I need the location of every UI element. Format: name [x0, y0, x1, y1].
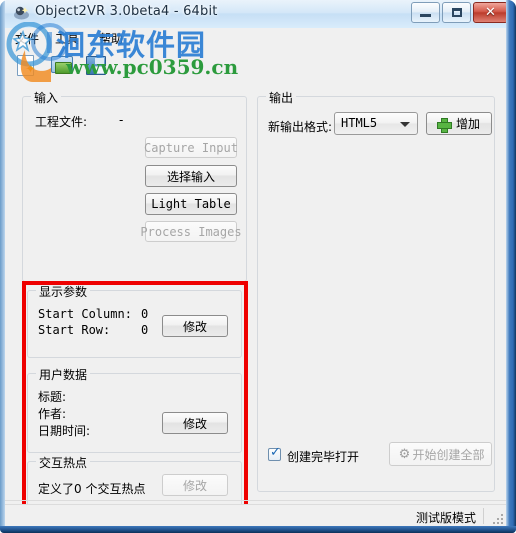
input-group: 输入 工程文件: - Capture Input 选择输入 Light Tabl…: [22, 89, 247, 282]
add-output-label: 增加: [455, 117, 480, 131]
status-text: 测试版模式: [415, 511, 476, 525]
user-data-group-title: 用户数据: [36, 366, 91, 383]
input-group-title: 输入: [31, 89, 62, 106]
process-images-button[interactable]: Process Images: [140, 221, 242, 242]
window-title: Object2VR 3.0beta4 - 64bit: [35, 4, 218, 19]
hotspots-modify-button[interactable]: 修改: [162, 474, 228, 496]
start-column-label: Start Column:: [38, 307, 132, 321]
output-format-value: HTML5: [341, 116, 378, 130]
tool-bar: ✦: [5, 49, 506, 83]
user-data-group: 用户数据 标题: 作者: 日期时间: 修改: [27, 366, 242, 453]
star-icon: ✦: [25, 62, 36, 77]
save-floppy-icon: [86, 56, 106, 75]
output-format-label: 新输出格式:: [268, 120, 333, 134]
capture-input-button[interactable]: Capture Input: [144, 137, 238, 158]
menu-bar: 文件 工具 帮助: [5, 28, 506, 49]
checkmark-icon: ✓: [270, 445, 281, 460]
chevron-down-icon: [400, 122, 410, 127]
open-when-done-label: 创建完毕打开: [287, 450, 360, 464]
window-border-right: [506, 0, 516, 533]
output-group: 输出 新输出格式: HTML5 增加 ✓ 创建完毕打开 ⚙ 开始创建全部: [257, 89, 495, 492]
start-create-all-label: 开始创建全部: [412, 447, 485, 462]
minimize-button[interactable]: [411, 2, 440, 23]
datetime-field-label: 日期时间:: [38, 424, 91, 438]
new-project-button[interactable]: ✦: [13, 53, 41, 79]
start-row-value: 0: [141, 323, 149, 337]
output-group-title: 输出: [266, 89, 297, 106]
window-border-bottom: [0, 526, 516, 533]
panel-divider: [5, 500, 506, 501]
output-format-select[interactable]: HTML5: [334, 112, 418, 135]
client-area: 文件 工具 帮助 ✦ 输入 工程文件: - Capture Input 选择输入…: [5, 28, 506, 526]
display-params-group-title: 显示参数: [36, 283, 91, 300]
author-field-label: 作者:: [38, 407, 67, 421]
hotspots-group-title: 交互热点: [36, 454, 91, 471]
title-bar[interactable]: Object2VR 3.0beta4 - 64bit ✕: [0, 0, 516, 28]
start-row-label: Start Row:: [38, 323, 111, 337]
select-input-button[interactable]: 选择输入: [145, 165, 237, 187]
start-create-all-button[interactable]: ⚙ 开始创建全部: [389, 442, 492, 466]
hotspots-summary-label: 定义了0 个交互热点: [38, 482, 146, 496]
application-window: Object2VR 3.0beta4 - 64bit ✕ 文件 工具 帮助 ✦: [0, 0, 516, 533]
menu-item-file[interactable]: 文件: [11, 31, 43, 47]
app-icon: [14, 6, 29, 20]
display-params-group: 显示参数 Start Column: 0 Start Row: 0 修改: [27, 283, 242, 358]
display-params-modify-button[interactable]: 修改: [162, 315, 228, 337]
open-when-done-checkbox[interactable]: ✓: [268, 445, 281, 461]
user-data-modify-button[interactable]: 修改: [162, 412, 228, 434]
minimize-icon: [420, 14, 431, 17]
light-table-button[interactable]: Light Table: [145, 193, 237, 215]
status-bar: 测试版模式: [5, 504, 506, 526]
project-file-value: -: [119, 113, 124, 127]
floppy-label-icon: [94, 66, 106, 74]
add-output-button[interactable]: 增加: [426, 112, 492, 135]
resize-grip[interactable]: [490, 511, 503, 524]
title-field-label: 标题:: [38, 390, 67, 404]
open-project-button[interactable]: [49, 53, 77, 79]
folder-front-icon: [55, 62, 72, 74]
maximize-icon: [451, 8, 462, 17]
menu-item-tools[interactable]: 工具: [51, 31, 83, 47]
save-project-button[interactable]: [83, 53, 111, 79]
floppy-shutter-icon: [95, 58, 104, 64]
close-button[interactable]: ✕: [473, 2, 508, 23]
maximize-button[interactable]: [442, 2, 471, 23]
status-separator: [483, 508, 484, 524]
close-icon: ✕: [485, 5, 496, 20]
plus-icon: [437, 118, 452, 133]
menu-item-help[interactable]: 帮助: [95, 31, 127, 47]
gear-icon: ⚙: [398, 447, 411, 462]
start-column-value: 0: [141, 307, 149, 321]
project-file-label: 工程文件:: [35, 115, 88, 129]
